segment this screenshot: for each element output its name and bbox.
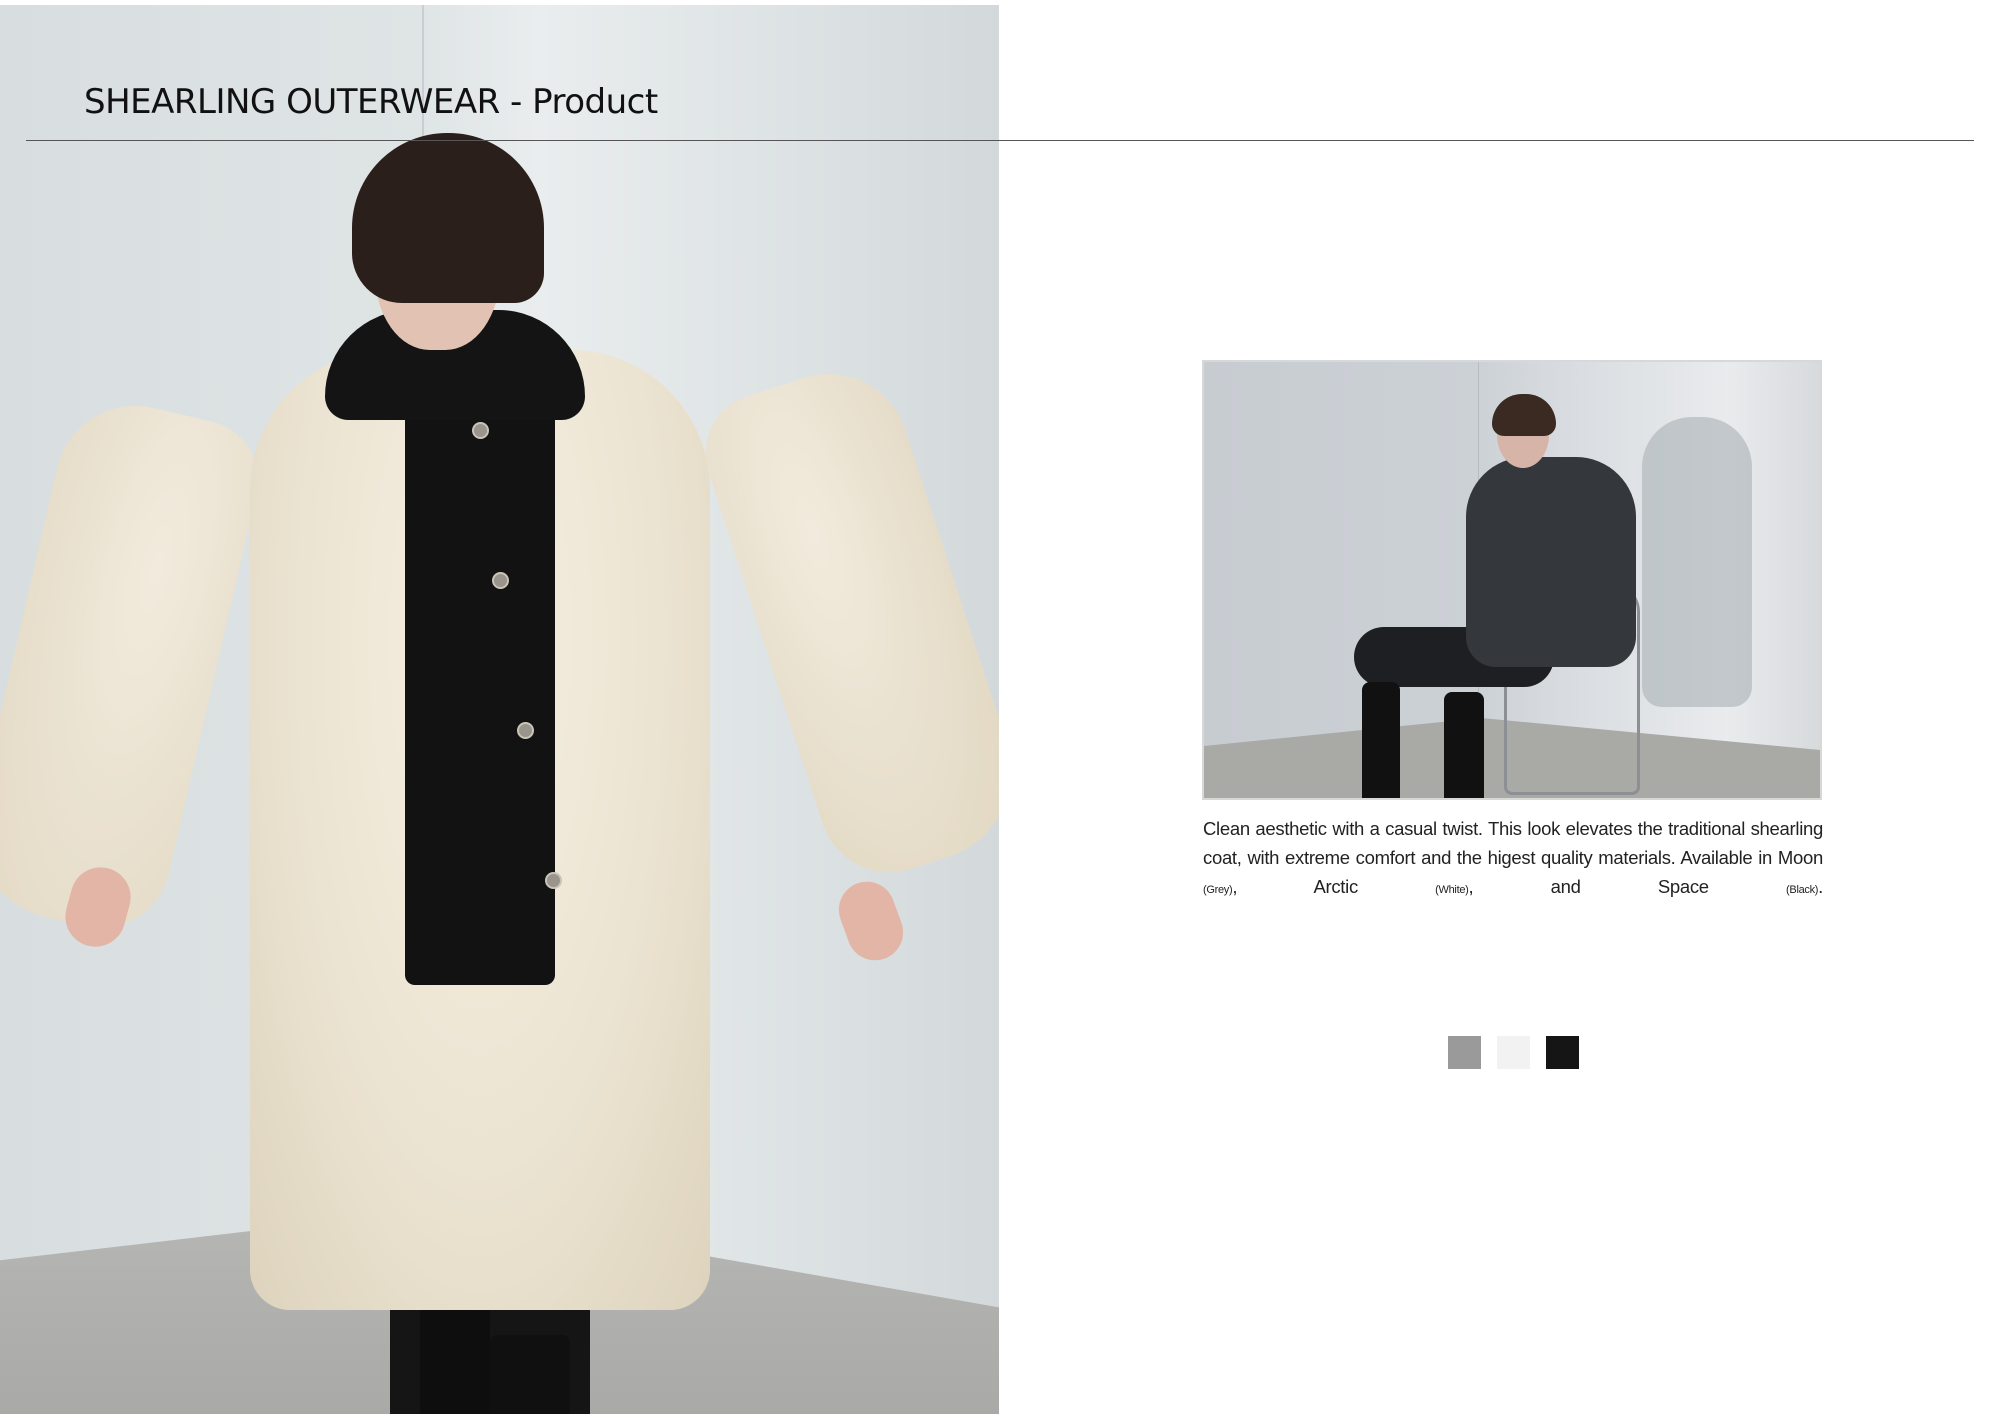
color-name-space: Space bbox=[1657, 876, 1709, 897]
page-title: SHEARLING OUTERWEAR - Product bbox=[84, 82, 658, 122]
model-hair bbox=[1492, 394, 1556, 436]
wall-shadow bbox=[1642, 417, 1752, 707]
model-boot-right bbox=[1444, 692, 1484, 798]
color-name-moon: Moon bbox=[1777, 847, 1823, 868]
swatch-arctic-white bbox=[1497, 1036, 1530, 1069]
caption-separator: , and bbox=[1468, 876, 1581, 897]
model-boot-left bbox=[420, 1305, 490, 1414]
caption-intro: Clean aesthetic with a casual twist. Thi… bbox=[1203, 818, 1823, 868]
swatch-space-black bbox=[1546, 1036, 1579, 1069]
product-photo bbox=[1202, 360, 1822, 800]
coat-button bbox=[517, 722, 534, 739]
coat-button bbox=[545, 872, 562, 889]
swatch-moon-grey bbox=[1448, 1036, 1481, 1069]
model-hair bbox=[352, 133, 544, 303]
model-boot-left bbox=[1362, 682, 1400, 798]
model-boot-right bbox=[490, 1335, 570, 1414]
grey-shearling-coat bbox=[1466, 457, 1636, 667]
color-note-grey: (Grey) bbox=[1203, 884, 1233, 896]
coat-sleeve-right bbox=[690, 353, 999, 891]
hero-photo bbox=[0, 5, 999, 1414]
color-name-arctic: Arctic bbox=[1313, 876, 1358, 897]
color-swatches bbox=[1448, 1036, 1579, 1069]
caption-end: . bbox=[1818, 876, 1824, 897]
caption-separator: , bbox=[1232, 876, 1238, 897]
product-description: Clean aesthetic with a casual twist. Thi… bbox=[1203, 814, 1823, 905]
color-note-black: (Black) bbox=[1786, 884, 1819, 896]
coat-button bbox=[492, 572, 509, 589]
header-divider bbox=[26, 140, 1974, 141]
model-hand-right bbox=[831, 873, 911, 969]
coat-button bbox=[472, 422, 489, 439]
coat-sleeve-left bbox=[0, 390, 271, 942]
color-note-white: (White) bbox=[1435, 884, 1469, 896]
